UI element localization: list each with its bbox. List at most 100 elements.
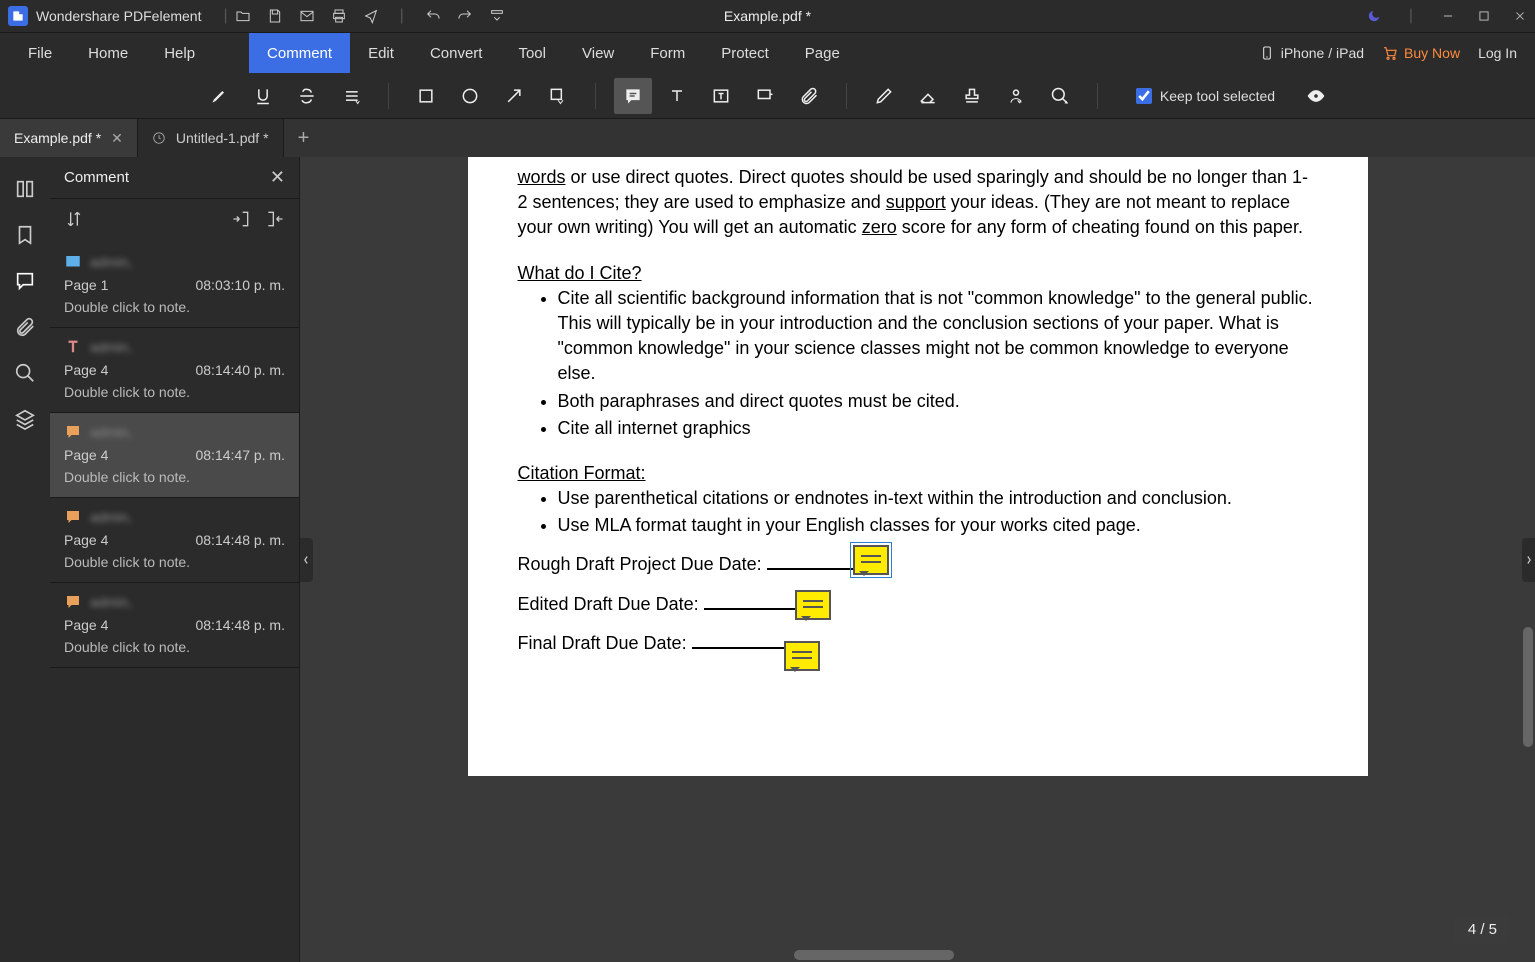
- iphone-ipad-link[interactable]: iPhone / iPad: [1259, 45, 1364, 61]
- attachments-icon[interactable]: [11, 313, 39, 341]
- panel-close-icon[interactable]: ✕: [270, 167, 285, 188]
- comment-time: 08:03:10 p. m.: [195, 277, 285, 293]
- page-text: support: [886, 192, 946, 212]
- bookmarks-icon[interactable]: [11, 221, 39, 249]
- redo-icon[interactable]: [456, 7, 474, 25]
- pencil-tool[interactable]: [865, 78, 903, 114]
- panel-title: Comment: [64, 169, 129, 186]
- section-heading: Citation Format:: [518, 461, 1318, 486]
- comment-type-icon: [64, 338, 82, 356]
- comment-page: Page 4: [64, 447, 108, 463]
- comment-time: 08:14:48 p. m.: [195, 617, 285, 633]
- menu-protect[interactable]: Protect: [703, 33, 787, 73]
- close-button[interactable]: [1513, 9, 1527, 23]
- save-icon[interactable]: [266, 7, 284, 25]
- menu-form[interactable]: Form: [632, 33, 703, 73]
- menu-home[interactable]: Home: [70, 33, 146, 73]
- comment-page: Page 1: [64, 277, 108, 293]
- close-icon[interactable]: ✕: [111, 130, 123, 147]
- import-comments-icon[interactable]: [231, 209, 251, 234]
- buy-now-link[interactable]: Buy Now: [1382, 45, 1460, 61]
- collapse-panel-handle[interactable]: [300, 538, 313, 582]
- app-name: Wondershare PDFelement: [36, 8, 201, 24]
- attachment-tool[interactable]: [790, 78, 828, 114]
- comment-item[interactable]: admin,Page 108:03:10 p. m.Double click t…: [50, 243, 299, 328]
- typewriter-tool[interactable]: [658, 78, 696, 114]
- expand-panel-handle[interactable]: [1522, 538, 1535, 582]
- menu-file[interactable]: File: [10, 33, 70, 73]
- comment-item[interactable]: admin,Page 408:14:48 p. m.Double click t…: [50, 583, 299, 668]
- shape-dropdown-tool[interactable]: [539, 78, 577, 114]
- sort-icon[interactable]: [64, 209, 84, 234]
- undo-icon[interactable]: [424, 7, 442, 25]
- list-item: Both paraphrases and direct quotes must …: [558, 389, 1318, 414]
- sticky-note-tool[interactable]: [614, 78, 652, 114]
- menu-help[interactable]: Help: [146, 33, 213, 73]
- hide-annotations-tool[interactable]: [1297, 78, 1335, 114]
- sticky-note-annotation[interactable]: [784, 641, 820, 671]
- eraser-tool[interactable]: [909, 78, 947, 114]
- comment-time: 08:14:47 p. m.: [195, 447, 285, 463]
- maximize-button[interactable]: [1477, 9, 1491, 23]
- night-mode-icon[interactable]: [1367, 9, 1381, 23]
- callout-tool[interactable]: [746, 78, 784, 114]
- layers-icon[interactable]: [11, 405, 39, 433]
- sticky-note-annotation[interactable]: [853, 545, 889, 575]
- arrow-tool[interactable]: [495, 78, 533, 114]
- comments-icon[interactable]: [11, 267, 39, 295]
- keep-tool-selected[interactable]: Keep tool selected: [1136, 88, 1275, 104]
- comment-item[interactable]: admin,Page 408:14:40 p. m.Double click t…: [50, 328, 299, 413]
- highlight-tool[interactable]: [200, 78, 238, 114]
- mail-icon[interactable]: [298, 7, 316, 25]
- horizontal-scrollbar[interactable]: [794, 950, 954, 960]
- rectangle-tool[interactable]: [407, 78, 445, 114]
- comment-item[interactable]: admin,Page 408:14:47 p. m.Double click t…: [50, 413, 299, 498]
- menu-page[interactable]: Page: [787, 33, 858, 73]
- vertical-scrollbar[interactable]: [1523, 627, 1533, 747]
- menu-convert[interactable]: Convert: [412, 33, 501, 73]
- comment-list: admin, Page 1 08:03:10 p. m. Double click t…: [50, 243, 299, 962]
- tab-label: Example.pdf *: [14, 130, 101, 146]
- comment-item[interactable]: admin,Page 408:14:48 p. m.Double click t…: [50, 498, 299, 583]
- thumbnails-icon[interactable]: [11, 175, 39, 203]
- keep-tool-checkbox[interactable]: [1136, 88, 1152, 104]
- stamp-tool[interactable]: [953, 78, 991, 114]
- search-icon[interactable]: [11, 359, 39, 387]
- document-title: Example.pdf *: [724, 8, 811, 24]
- comment-time: 08:14:48 p. m.: [195, 532, 285, 548]
- comment-author: admin,: [90, 594, 132, 610]
- menu-comment[interactable]: Comment: [249, 33, 350, 73]
- ellipse-tool[interactable]: [451, 78, 489, 114]
- comment-hint: Double click to note.: [64, 554, 285, 570]
- signature-tool[interactable]: [997, 78, 1035, 114]
- comment-author: admin,: [90, 509, 132, 525]
- page-text: Rough Draft Project Due Date:: [518, 554, 767, 574]
- underline-tool[interactable]: [244, 78, 282, 114]
- app-logo: [8, 6, 28, 26]
- open-folder-icon[interactable]: [234, 7, 252, 25]
- document-viewport[interactable]: words or use direct quotes. Direct quote…: [300, 157, 1535, 962]
- menu-tool[interactable]: Tool: [500, 33, 564, 73]
- quick-access-dropdown-icon[interactable]: [488, 7, 506, 25]
- measure-tool[interactable]: [1041, 78, 1079, 114]
- add-tab-button[interactable]: +: [284, 119, 324, 157]
- print-icon[interactable]: [330, 7, 348, 25]
- tab-example[interactable]: Example.pdf * ✕: [0, 119, 138, 157]
- page-text: zero: [862, 217, 897, 237]
- page-text: Final Draft Due Date:: [518, 633, 692, 653]
- login-link[interactable]: Log In: [1478, 45, 1517, 61]
- menu-view[interactable]: View: [564, 33, 632, 73]
- strikethrough-tool[interactable]: [288, 78, 326, 114]
- comment-author: admin,: [90, 254, 132, 270]
- sticky-note-annotation[interactable]: [795, 590, 831, 620]
- list-tool[interactable]: [332, 78, 370, 114]
- share-icon[interactable]: [362, 7, 380, 25]
- menu-edit[interactable]: Edit: [350, 33, 412, 73]
- tab-untitled[interactable]: Untitled-1.pdf *: [138, 119, 284, 157]
- separator: |: [400, 7, 404, 25]
- comment-author: admin,: [90, 424, 132, 440]
- export-comments-icon[interactable]: [265, 209, 285, 234]
- textbox-tool[interactable]: [702, 78, 740, 114]
- minimize-button[interactable]: [1441, 9, 1455, 23]
- page-counter: 4 / 5: [1454, 915, 1511, 944]
